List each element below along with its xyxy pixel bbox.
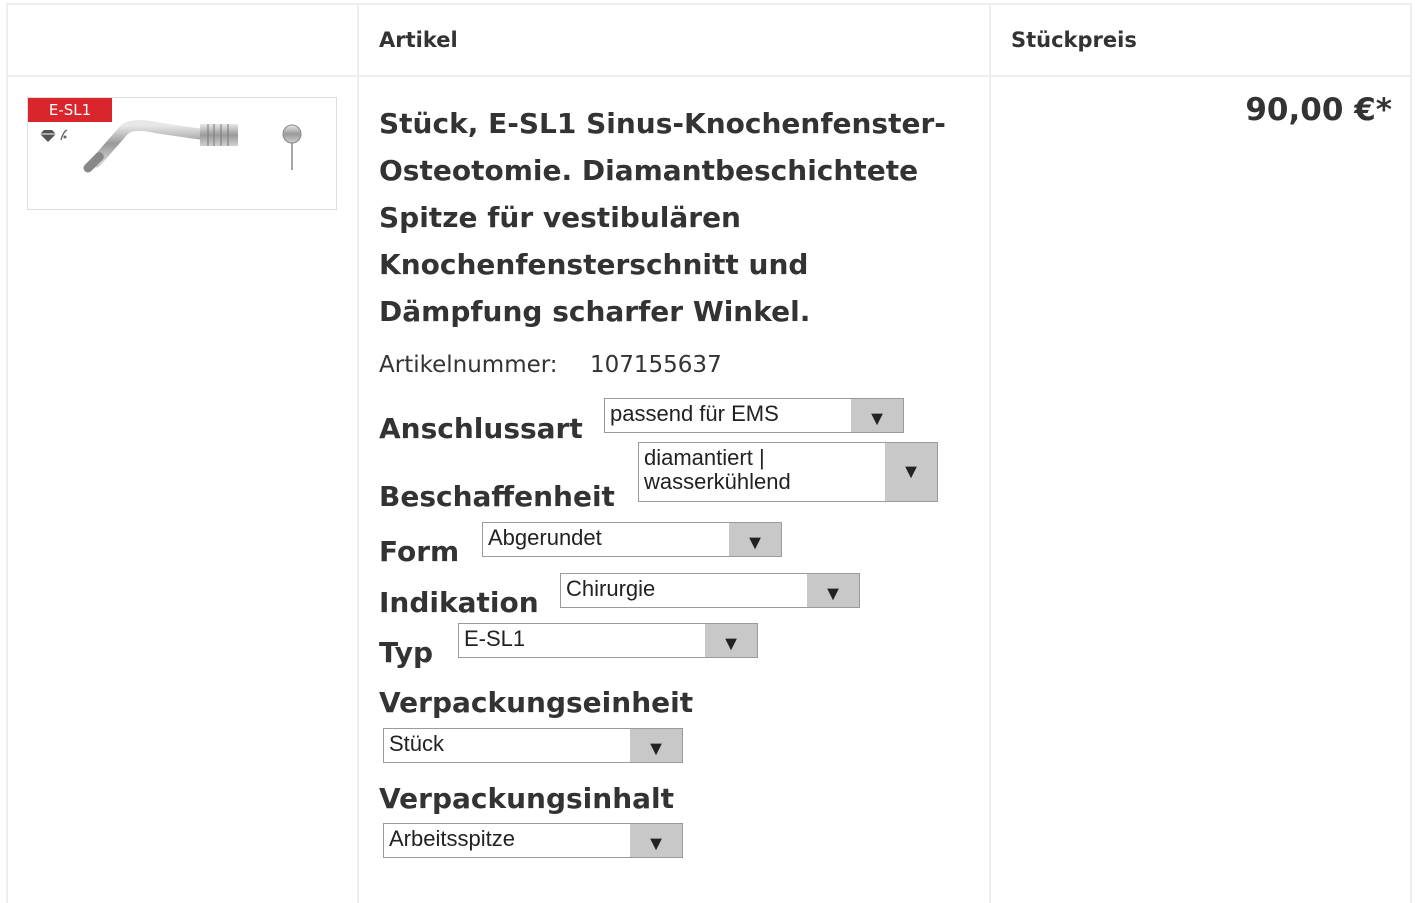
select-verpackungseinheit[interactable]: Stück ▼ xyxy=(383,728,683,763)
select-beschaffenheit-value: diamantiert | wasserkühlend xyxy=(644,445,791,494)
option-label-indikation: Indikation xyxy=(379,586,539,619)
select-form-value: Abgerundet xyxy=(488,525,602,550)
triangle-down-icon: ▼ xyxy=(851,399,903,432)
option-label-verpackungsinhalt: Verpackungsinhalt xyxy=(379,782,675,815)
triangle-down-icon: ▼ xyxy=(885,443,937,501)
select-indikation-value: Chirurgie xyxy=(566,576,656,601)
column-header-article: Artikel xyxy=(379,28,458,52)
water-drop-icon xyxy=(60,129,68,141)
triangle-down-icon: ▼ xyxy=(705,624,757,657)
article-number-value: 107155637 xyxy=(590,352,722,378)
diamond-icon xyxy=(40,130,56,142)
select-anschlussart[interactable]: passend für EMS ▼ xyxy=(604,398,904,433)
table-border-right xyxy=(1410,3,1412,903)
product-image[interactable]: E-SL1 xyxy=(27,97,337,210)
triangle-down-icon: ▼ xyxy=(807,574,859,607)
option-label-verpackungseinheit: Verpackungseinheit xyxy=(379,686,694,719)
option-label-form: Form xyxy=(379,535,460,568)
select-verpackungsinhalt-value: Arbeitsspitze xyxy=(389,826,515,851)
option-label-beschaffenheit: Beschaffenheit xyxy=(379,480,615,513)
triangle-down-icon: ▼ xyxy=(630,824,682,857)
table-border-top xyxy=(6,3,1412,5)
select-typ[interactable]: E-SL1 ▼ xyxy=(458,623,758,658)
option-label-anschlussart: Anschlussart xyxy=(379,412,583,445)
product-title[interactable]: Stück, E-SL1 Sinus-Knochenfenster-Osteot… xyxy=(379,100,969,335)
column-header-unit-price: Stückpreis xyxy=(1011,28,1137,52)
table-border-left xyxy=(6,3,8,903)
article-number-label: Artikelnummer: xyxy=(379,352,558,378)
product-tip-illustration xyxy=(40,119,302,173)
option-label-typ: Typ xyxy=(379,636,434,669)
select-beschaffenheit[interactable]: diamantiert | wasserkühlend ▼ xyxy=(638,442,938,502)
select-form[interactable]: Abgerundet ▼ xyxy=(482,522,782,557)
select-typ-value: E-SL1 xyxy=(464,626,526,651)
select-verpackungseinheit-value: Stück xyxy=(389,731,445,756)
column-divider-1 xyxy=(357,3,359,903)
select-anschlussart-value: passend für EMS xyxy=(610,401,779,426)
select-verpackungsinhalt[interactable]: Arbeitsspitze ▼ xyxy=(383,823,683,858)
triangle-down-icon: ▼ xyxy=(630,729,682,762)
column-divider-2 xyxy=(989,3,991,903)
select-indikation[interactable]: Chirurgie ▼ xyxy=(560,573,860,608)
triangle-down-icon: ▼ xyxy=(729,523,781,556)
unit-price: 90,00 €* xyxy=(1245,92,1392,128)
header-divider xyxy=(6,75,1412,77)
